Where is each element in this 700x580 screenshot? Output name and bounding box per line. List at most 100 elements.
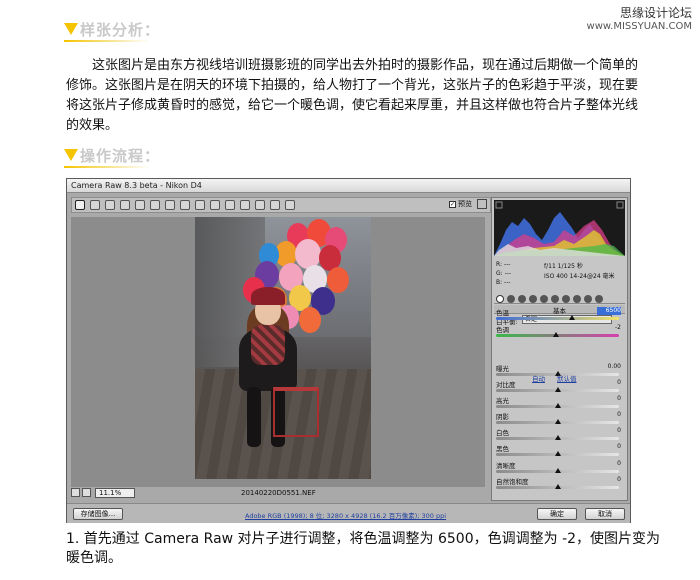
slider-value-field[interactable]: 0 bbox=[597, 443, 621, 451]
panel-tabs bbox=[494, 294, 625, 304]
slider-thumb[interactable] bbox=[553, 332, 559, 337]
slider-thumb[interactable] bbox=[555, 435, 561, 440]
preview-toggle[interactable]: ✓ 预览 bbox=[449, 199, 472, 209]
slider-thumb[interactable] bbox=[555, 468, 561, 473]
slider-value-field[interactable]: 0 bbox=[597, 379, 621, 387]
slider-value-field[interactable]: 0 bbox=[597, 476, 621, 484]
fullscreen-icon[interactable] bbox=[477, 199, 487, 209]
preview-label: 预览 bbox=[458, 200, 472, 208]
zoom-buttons bbox=[71, 488, 91, 497]
slider-label: 色调 bbox=[496, 326, 509, 334]
hsl-tab-icon[interactable] bbox=[529, 294, 537, 303]
slider-label: 黑色 bbox=[496, 445, 509, 453]
white-balance-tool-icon[interactable] bbox=[105, 200, 115, 210]
hand-tool-icon[interactable] bbox=[90, 200, 100, 210]
slider-row: 自然饱和度 0 bbox=[496, 476, 623, 492]
ok-button[interactable]: 确定 bbox=[537, 508, 577, 520]
slider-label: 清晰度 bbox=[496, 462, 516, 470]
zoom-in-icon[interactable] bbox=[82, 488, 91, 497]
histogram-graph bbox=[494, 201, 625, 256]
section-title-workflow: 操作流程： bbox=[64, 144, 161, 168]
split-toning-tab-icon[interactable] bbox=[540, 294, 548, 303]
slider-thumb[interactable] bbox=[555, 451, 561, 456]
cancel-button[interactable]: 取消 bbox=[585, 508, 625, 520]
exif-readout: f/11 1/125 秒 ISO 400 14-24@24 毫米 bbox=[544, 263, 615, 280]
slider-value-field[interactable]: 0 bbox=[597, 460, 621, 468]
slider-value-field[interactable]: 6500 bbox=[597, 307, 621, 315]
slider-thumb[interactable] bbox=[569, 315, 575, 320]
triangle-bullet-icon bbox=[64, 23, 78, 35]
title-underline bbox=[64, 40, 150, 42]
color-sampler-icon[interactable] bbox=[120, 200, 130, 210]
slider-thumb[interactable] bbox=[555, 387, 561, 392]
preview-checkbox[interactable]: ✓ bbox=[449, 200, 456, 208]
basic-tab-icon[interactable] bbox=[496, 294, 504, 303]
slider-row: 阴影 0 bbox=[496, 411, 623, 427]
spot-removal-icon[interactable] bbox=[180, 200, 190, 210]
section-title-analysis: 样张分析： bbox=[64, 18, 161, 42]
slider-label: 阴影 bbox=[496, 413, 509, 421]
section-title-label: 操作流程： bbox=[80, 146, 161, 165]
slider-value-field[interactable]: -2 bbox=[597, 324, 621, 332]
window-titlebar: Camera Raw 8.3 beta - Nikon D4 bbox=[67, 179, 630, 193]
bottom-bar: 存储图像... Adobe RGB (1998); 8 位; 3280 x 49… bbox=[67, 503, 630, 523]
workflow-options-link[interactable]: Adobe RGB (1998); 8 位; 3280 x 4928 (16.2… bbox=[245, 510, 446, 520]
camera-calibration-tab-icon[interactable] bbox=[573, 294, 581, 303]
targeted-adjust-icon[interactable] bbox=[135, 200, 145, 210]
presets-tab-icon[interactable] bbox=[584, 294, 592, 303]
lens-tab-icon[interactable] bbox=[551, 294, 559, 303]
rotate-left-icon[interactable] bbox=[270, 200, 280, 210]
watermark-url: www.MISSYUAN.COM bbox=[586, 21, 692, 32]
preferences-icon[interactable] bbox=[255, 200, 265, 210]
step-caption: 1. 首先通过 Camera Raw 对片子进行调整，将色温调整为 6500，色… bbox=[66, 531, 661, 566]
adjustment-brush-icon[interactable] bbox=[210, 200, 220, 210]
status-bar: 11.1% 20140220D0551.NEF bbox=[71, 488, 485, 500]
adjust-panel: R: --- G: --- B: --- f/11 1/125 秒 ISO 40… bbox=[491, 197, 628, 501]
auto-link[interactable]: 自动 bbox=[532, 373, 545, 383]
graduated-filter-icon[interactable] bbox=[225, 200, 235, 210]
camera-info: R: --- G: --- B: --- f/11 1/125 秒 ISO 40… bbox=[494, 258, 625, 292]
watermark-cn: 思缘设计论坛 bbox=[619, 6, 692, 20]
red-eye-icon[interactable] bbox=[195, 200, 205, 210]
file-name: 20140220D0551.NEF bbox=[241, 489, 316, 497]
slider-row: 高光 0 bbox=[496, 395, 623, 411]
rotate-right-icon[interactable] bbox=[285, 200, 295, 210]
slider-value-field[interactable]: 0 bbox=[597, 395, 621, 403]
zoom-level-select[interactable]: 11.1% bbox=[95, 488, 135, 498]
slider-value-field[interactable]: 0 bbox=[597, 411, 621, 419]
photo-preview bbox=[195, 217, 371, 479]
slider-value-field[interactable]: 0 bbox=[597, 427, 621, 435]
zoom-tool-icon[interactable] bbox=[75, 200, 85, 210]
radial-filter-icon[interactable] bbox=[240, 200, 250, 210]
slider-thumb[interactable] bbox=[555, 419, 561, 424]
photo-cart bbox=[273, 387, 319, 437]
snapshots-tab-icon[interactable] bbox=[595, 294, 603, 303]
slider-row: 黑色 0 bbox=[496, 443, 623, 459]
tool-bar bbox=[71, 197, 491, 213]
title-underline bbox=[64, 166, 150, 168]
slider-thumb[interactable] bbox=[555, 484, 561, 489]
histogram bbox=[494, 200, 625, 256]
slider-track[interactable] bbox=[496, 317, 619, 320]
image-canvas[interactable] bbox=[71, 217, 485, 487]
slider-label: 白色 bbox=[496, 429, 509, 437]
default-link[interactable]: 默认值 bbox=[557, 373, 577, 383]
slider-label: 高光 bbox=[496, 397, 509, 405]
slider-row: 色调 -2 bbox=[496, 324, 623, 340]
slider-row: 白色 0 bbox=[496, 427, 623, 443]
effects-tab-icon[interactable] bbox=[562, 294, 570, 303]
slider-value-field[interactable]: 0.00 bbox=[597, 363, 621, 371]
straighten-tool-icon[interactable] bbox=[165, 200, 175, 210]
camera-raw-window: Camera Raw 8.3 beta - Nikon D4 ✓ 预览 11.1… bbox=[66, 178, 631, 523]
tone-curve-tab-icon[interactable] bbox=[507, 294, 515, 303]
save-image-button[interactable]: 存储图像... bbox=[73, 508, 123, 520]
triangle-bullet-icon bbox=[64, 149, 78, 161]
crop-tool-icon[interactable] bbox=[150, 200, 160, 210]
zoom-out-icon[interactable] bbox=[71, 488, 80, 497]
slider-row: 清晰度 0 bbox=[496, 460, 623, 476]
section-title-label: 样张分析： bbox=[80, 20, 161, 39]
auto-default-links: 自动 默认值 bbox=[532, 373, 577, 383]
slider-thumb[interactable] bbox=[555, 403, 561, 408]
detail-tab-icon[interactable] bbox=[518, 294, 526, 303]
slider-label: 色温 bbox=[496, 309, 509, 317]
